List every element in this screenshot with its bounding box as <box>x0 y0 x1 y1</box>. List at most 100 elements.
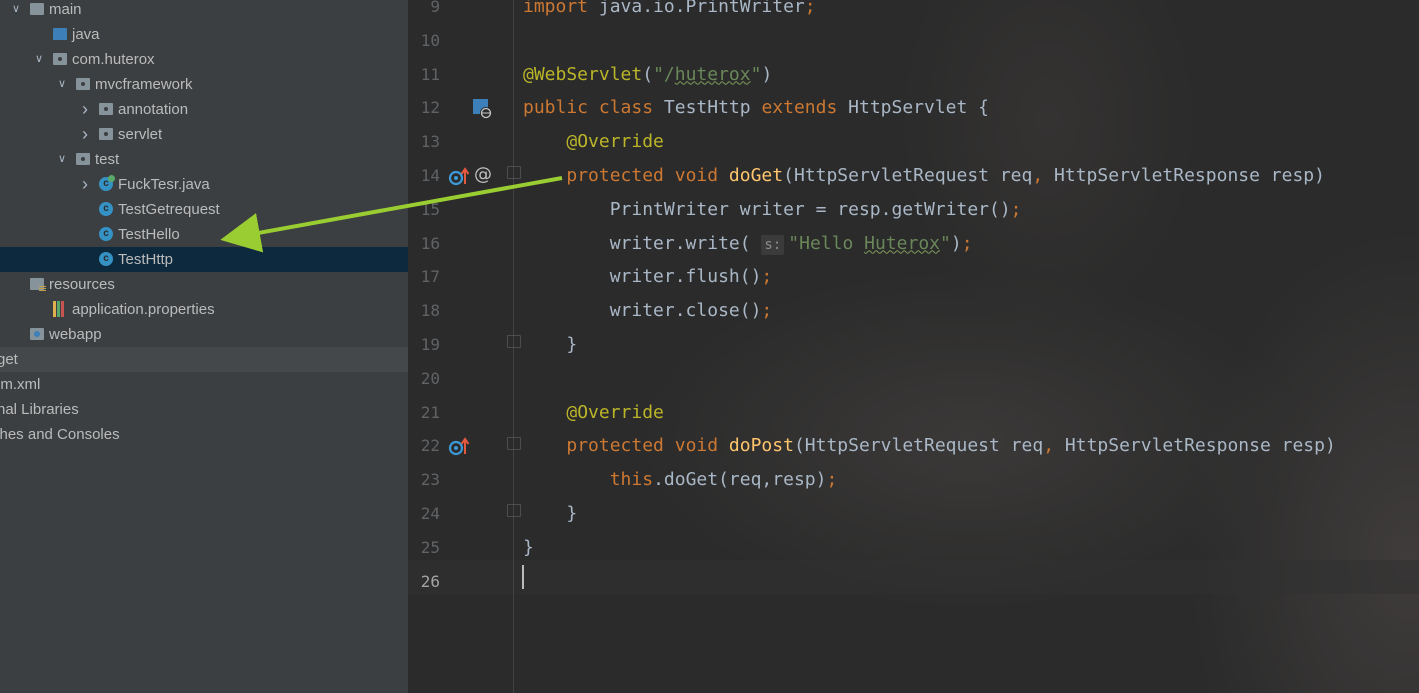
code-line[interactable]: } <box>523 328 577 362</box>
tree-item-webapp[interactable]: webapp <box>0 322 408 347</box>
code-token: writer.close() <box>523 300 762 322</box>
tree-item-test[interactable]: ∨ test <box>0 147 408 172</box>
tree-item-rnal-libraries[interactable]: rnal Libraries <box>0 397 408 422</box>
package-icon <box>76 78 90 90</box>
code-token: huterox <box>674 63 751 85</box>
fold-marker-icon[interactable] <box>507 335 521 348</box>
chevron-right-icon[interactable]: › <box>79 172 91 197</box>
code-line[interactable]: protected void doPost(HttpServletRequest… <box>523 429 1335 463</box>
line-number: 26 <box>420 571 440 591</box>
tree-item-testhello[interactable]: c TestHello <box>0 222 408 247</box>
code-token: protected void <box>566 165 729 186</box>
override-method-icon[interactable] <box>448 167 470 191</box>
tree-item-label: test <box>95 151 120 168</box>
gutter-divider <box>513 0 514 693</box>
code-token: Huterox <box>864 232 940 254</box>
line-number: 24 <box>420 504 440 523</box>
code-token: , <box>1043 435 1065 457</box>
chevron-down-icon[interactable]: ∨ <box>56 147 68 172</box>
text-caret <box>522 565 524 589</box>
code-line[interactable]: writer.write( s: "Hello Huterox"); <box>523 227 973 261</box>
tree-item-label: resources <box>49 276 115 293</box>
code-token: ; <box>761 300 773 322</box>
code-line[interactable]: PrintWriter writer = resp.getWriter(); <box>523 193 1022 227</box>
tree-item-fucktesr-java[interactable]: › c FuckTesr.java <box>0 172 408 197</box>
override-method-icon[interactable] <box>448 437 470 461</box>
tree-item-testgetrequest[interactable]: c TestGetrequest <box>0 197 408 222</box>
code-line[interactable]: protected void doGet(HttpServletRequest … <box>523 159 1325 193</box>
tree-item-testhttp[interactable]: c TestHttp <box>0 247 408 272</box>
tree-item-label: application.properties <box>72 301 215 318</box>
code-token: .doGet(req,resp) <box>653 469 827 491</box>
line-number: 21 <box>420 402 440 422</box>
line-number: 11 <box>420 64 440 84</box>
code-token: " <box>940 232 951 254</box>
code-token: HttpServletResponse resp) <box>1054 165 1325 186</box>
chevron-down-icon[interactable]: ∨ <box>10 0 22 22</box>
tree-item-label: rnal Libraries <box>0 401 79 418</box>
line-number: 23 <box>420 470 440 490</box>
current-line-highlight <box>408 560 1419 594</box>
code-token: (HttpServletRequest req <box>793 435 1044 457</box>
line-number: 19 <box>420 335 440 354</box>
code-token: (HttpServletRequest req <box>783 165 1033 186</box>
package-icon <box>76 153 90 165</box>
tree-item-label: main <box>49 1 82 18</box>
package-icon <box>99 128 113 140</box>
code-token: HttpServlet { <box>848 97 990 119</box>
code-token: , <box>1032 165 1055 186</box>
code-line[interactable]: import java.io.PrintWriter; <box>523 0 816 24</box>
code-line[interactable]: this.doGet(req,resp); <box>523 463 838 497</box>
code-line[interactable]: public class TestHttp extends HttpServle… <box>523 91 989 125</box>
line-number: 17 <box>420 267 440 287</box>
fold-marker-icon[interactable] <box>507 437 521 450</box>
code-token: ; <box>1010 198 1022 220</box>
fold-marker-icon[interactable] <box>507 166 521 179</box>
tree-item-label: java <box>72 26 100 43</box>
code-token: this <box>609 469 654 491</box>
code-line[interactable]: writer.close(); <box>523 294 773 328</box>
code-token: } <box>523 536 534 558</box>
code-line[interactable]: @Override <box>523 125 664 159</box>
tree-item-ches-and-consoles[interactable]: ches and Consoles <box>0 422 408 447</box>
tree-item-application-properties[interactable]: application.properties <box>0 297 408 322</box>
code-token: writer.write( <box>523 232 762 254</box>
code-line[interactable]: writer.flush(); <box>523 260 773 294</box>
chevron-down-icon[interactable]: ∨ <box>33 47 45 72</box>
chevron-right-icon[interactable]: › <box>79 97 91 122</box>
line-number: 20 <box>420 368 440 388</box>
tree-item-mvcframework[interactable]: ∨ mvcframework <box>0 72 408 97</box>
folder-icon <box>30 3 44 15</box>
code-line[interactable]: @WebServlet("/huterox") <box>523 58 772 92</box>
tree-item-main[interactable]: ∨ main <box>0 0 408 22</box>
tree-item-servlet[interactable]: › servlet <box>0 122 408 147</box>
source-folder-icon <box>53 28 67 40</box>
code-token: TestHttp <box>663 97 762 119</box>
code-line[interactable]: } <box>523 497 577 531</box>
code-line[interactable]: @Override <box>523 396 664 430</box>
tree-item-label: webapp <box>49 326 102 343</box>
class-icon: c <box>99 202 113 216</box>
code-token: ; <box>961 232 973 254</box>
fold-marker-icon[interactable] <box>507 504 521 517</box>
code-line[interactable]: } <box>523 531 534 565</box>
tree-item-om-xml[interactable]: om.xml <box>0 372 408 397</box>
tree-item-com-huterox[interactable]: ∨ com.huterox <box>0 47 408 72</box>
line-number: 16 <box>420 233 440 253</box>
tree-item-java[interactable]: java <box>0 22 408 47</box>
web-servlet-icon[interactable] <box>473 99 493 123</box>
tree-item-rget[interactable]: rget <box>0 347 408 372</box>
code-token: PrintWriter writer = resp.getWriter() <box>523 198 1011 220</box>
chevron-down-icon[interactable]: ∨ <box>56 72 68 97</box>
code-token: writer.flush() <box>523 266 762 288</box>
tree-item-annotation[interactable]: › annotation <box>0 97 408 122</box>
annotation-at-icon[interactable]: @ <box>474 165 492 185</box>
chevron-right-icon[interactable]: › <box>79 122 91 147</box>
tree-item-resources[interactable]: resources <box>0 272 408 297</box>
code-token: } <box>523 334 578 355</box>
code-editor[interactable]: 9 10 11 12 13 14 @15 16 17 18 19 20 21 22 23 24 25 26 imp… <box>408 0 1419 693</box>
package-icon <box>99 103 113 115</box>
code-token: "/ <box>653 63 675 85</box>
